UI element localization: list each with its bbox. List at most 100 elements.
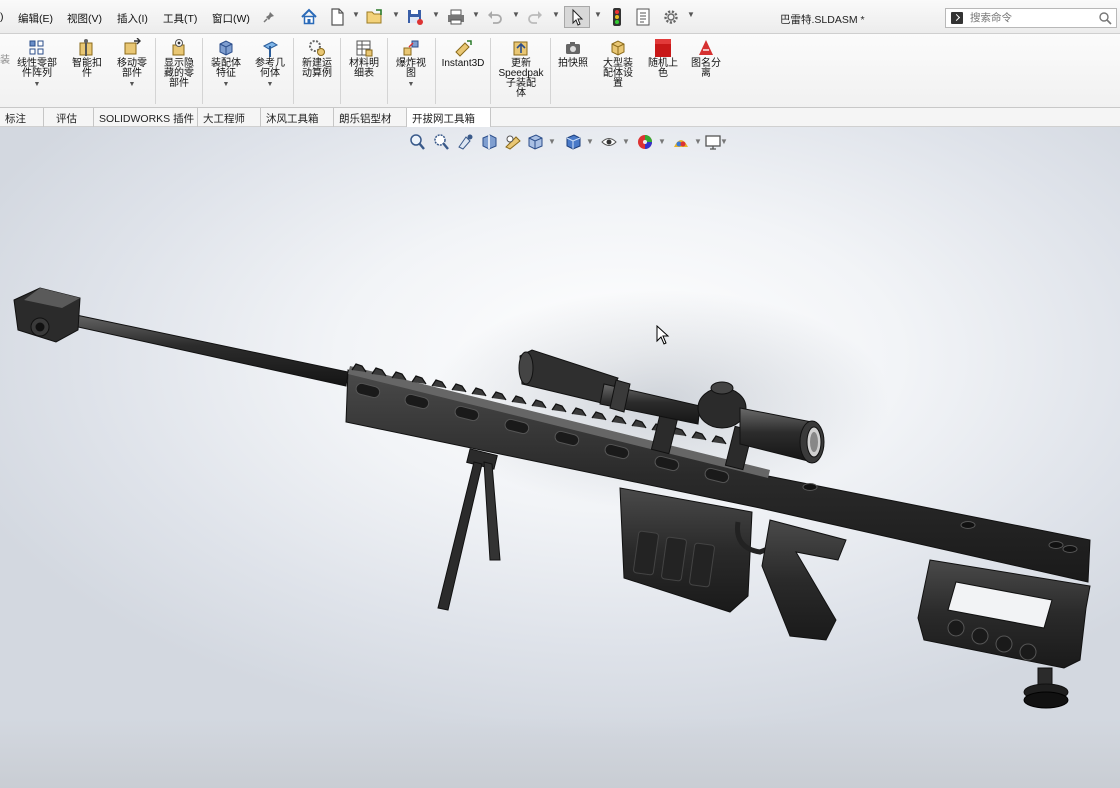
menu-window[interactable]: 窗口(W) xyxy=(212,11,250,26)
move-component-button[interactable]: 移动零 部件 ▼ xyxy=(110,37,154,88)
instant3d-label: Instant3D xyxy=(441,58,485,69)
snapshot-button[interactable]: 拍快照 xyxy=(553,38,593,69)
random-color-label: 随机上 色 xyxy=(648,58,678,79)
barrel[interactable] xyxy=(59,311,349,387)
print-icon[interactable] xyxy=(445,6,467,28)
chevron-down-icon[interactable]: ▼ xyxy=(110,81,154,88)
chevron-down-icon[interactable]: ▼ xyxy=(720,137,728,146)
speedpak-label: 更新 Speedpak 子装配 体 xyxy=(498,58,544,99)
menu-bar: ) 编辑(E) 视图(V) 插入(I) 工具(T) 窗口(W) ▼ ▼ ▼ ▼ … xyxy=(0,0,1120,34)
previous-view-icon[interactable] xyxy=(456,133,474,151)
linear-pattern-icon xyxy=(27,38,47,58)
instant3d-icon xyxy=(453,38,473,58)
dynamic-annotation-icon[interactable] xyxy=(504,133,522,151)
name-split-button[interactable]: 图名分 离 xyxy=(686,38,726,79)
view-orientation-icon[interactable] xyxy=(526,133,544,151)
chevron-down-icon[interactable]: ▼ xyxy=(389,81,433,88)
bipod[interactable] xyxy=(437,448,501,611)
redo-icon[interactable] xyxy=(524,6,546,28)
menu-view-truncated[interactable]: ) xyxy=(0,11,4,23)
instant3d-button[interactable]: Instant3D xyxy=(438,38,488,69)
random-color-button[interactable]: 随机上 色 xyxy=(643,38,683,79)
undo-icon[interactable] xyxy=(484,6,506,28)
section-view-icon[interactable] xyxy=(480,133,498,151)
name-split-icon xyxy=(696,38,716,58)
chevron-down-icon[interactable]: ▼ xyxy=(249,81,291,88)
ribbon-separator xyxy=(550,38,551,104)
chevron-down-icon[interactable]: ▼ xyxy=(552,10,560,19)
command-icon xyxy=(951,12,963,24)
bom-label: 材料明 细表 xyxy=(349,58,379,79)
ribbon-separator xyxy=(490,38,491,104)
tab-kaiba-toolbox[interactable]: 开拔网工具箱 xyxy=(407,108,491,127)
new-motion-study-button[interactable]: 新建运 动算例 xyxy=(296,38,338,79)
chevron-down-icon[interactable]: ▼ xyxy=(392,10,400,19)
tab-langle-profiles[interactable]: 朗乐铝型材 xyxy=(334,108,407,127)
display-style-icon[interactable] xyxy=(564,133,582,151)
menu-insert[interactable]: 插入(I) xyxy=(117,11,148,26)
tab-annotation[interactable]: 标注 xyxy=(0,108,44,127)
move-component-icon xyxy=(122,37,142,58)
traffic-light-icon[interactable] xyxy=(606,6,628,28)
search-box[interactable] xyxy=(945,8,1117,28)
chevron-down-icon[interactable]: ▼ xyxy=(586,137,594,146)
tab-solidworks-addins[interactable]: SOLIDWORKS 插件 xyxy=(94,108,198,127)
chevron-down-icon[interactable]: ▼ xyxy=(658,137,666,146)
speedpak-icon xyxy=(511,38,531,58)
chevron-down-icon[interactable]: ▼ xyxy=(687,10,695,19)
zoom-fit-icon[interactable] xyxy=(408,133,426,151)
chevron-down-icon[interactable]: ▼ xyxy=(548,137,556,146)
magazine[interactable] xyxy=(619,487,753,613)
command-manager-ribbon: 装 线性零部 件阵列 ▼ 智能扣 件 移动零 部件 ▼ 显示隐 藏的零 部件 装… xyxy=(0,34,1120,108)
chevron-down-icon[interactable]: ▼ xyxy=(594,10,602,19)
tab-evaluate[interactable]: 评估 xyxy=(44,108,94,127)
chevron-down-icon[interactable]: ▼ xyxy=(352,10,360,19)
chevron-down-icon[interactable]: ▼ xyxy=(432,10,440,19)
menu-edit[interactable]: 编辑(E) xyxy=(18,11,53,26)
update-speedpak-button[interactable]: 更新 Speedpak 子装配 体 xyxy=(494,38,548,99)
buttstock[interactable] xyxy=(917,559,1091,709)
move-component-label: 移动零 部件 xyxy=(117,58,147,79)
file-properties-icon[interactable] xyxy=(632,6,654,28)
smart-fastener-button[interactable]: 智能扣 件 xyxy=(67,38,107,79)
bom-button[interactable]: 材料明 细表 xyxy=(343,38,385,79)
new-document-icon[interactable] xyxy=(326,6,348,28)
chevron-down-icon[interactable]: ▼ xyxy=(512,10,520,19)
chevron-down-icon[interactable]: ▼ xyxy=(10,81,64,88)
select-arrow-icon[interactable] xyxy=(564,6,590,28)
zoom-area-icon[interactable] xyxy=(432,133,450,151)
reference-geometry-button[interactable]: 参考几 何体 ▼ xyxy=(249,38,291,88)
assembly-feature-button[interactable]: 装配体 特征 ▼ xyxy=(204,38,248,88)
tab-mufeng-toolbox[interactable]: 沐风工具箱 xyxy=(261,108,334,127)
search-input[interactable] xyxy=(970,11,1100,25)
rifle-assembly-model[interactable] xyxy=(0,127,1120,788)
open-icon[interactable] xyxy=(364,6,386,28)
chevron-down-icon[interactable]: ▼ xyxy=(204,81,248,88)
ribbon-cut-button[interactable]: 装 xyxy=(0,56,10,66)
save-icon[interactable] xyxy=(404,6,426,28)
exploded-view-button[interactable]: 爆炸视 图 ▼ xyxy=(389,38,433,88)
chevron-down-icon[interactable]: ▼ xyxy=(622,137,630,146)
apply-scene-icon[interactable] xyxy=(672,133,690,151)
assembly-feature-label: 装配体 特征 xyxy=(211,58,241,79)
command-tabs: 标注 评估 SOLIDWORKS 插件 大工程师 沐风工具箱 朗乐铝型材 开拔网… xyxy=(0,108,1120,127)
reference-geometry-icon xyxy=(260,38,280,58)
linear-pattern-button[interactable]: 线性零部 件阵列 ▼ xyxy=(10,38,64,88)
pin-icon[interactable] xyxy=(261,6,277,28)
menu-view[interactable]: 视图(V) xyxy=(67,11,102,26)
muzzle-brake[interactable] xyxy=(13,287,81,343)
options-gear-icon[interactable] xyxy=(660,6,682,28)
tab-great-engineer[interactable]: 大工程师 xyxy=(198,108,261,127)
graphics-area[interactable] xyxy=(0,127,1120,788)
show-hidden-components-button[interactable]: 显示隐 藏的零 部件 xyxy=(158,38,200,89)
exploded-view-label: 爆炸视 图 xyxy=(396,58,426,79)
hide-show-items-icon[interactable] xyxy=(600,133,618,151)
menu-tools[interactable]: 工具(T) xyxy=(163,11,197,26)
search-icon[interactable] xyxy=(1098,11,1112,25)
chevron-down-icon[interactable]: ▼ xyxy=(694,137,702,146)
large-assembly-settings-button[interactable]: 大型装 配体设 置 xyxy=(597,38,639,89)
edit-appearance-icon[interactable] xyxy=(636,133,654,151)
chevron-down-icon[interactable]: ▼ xyxy=(472,10,480,19)
home-icon[interactable] xyxy=(298,6,320,28)
pistol-grip[interactable] xyxy=(734,519,847,641)
